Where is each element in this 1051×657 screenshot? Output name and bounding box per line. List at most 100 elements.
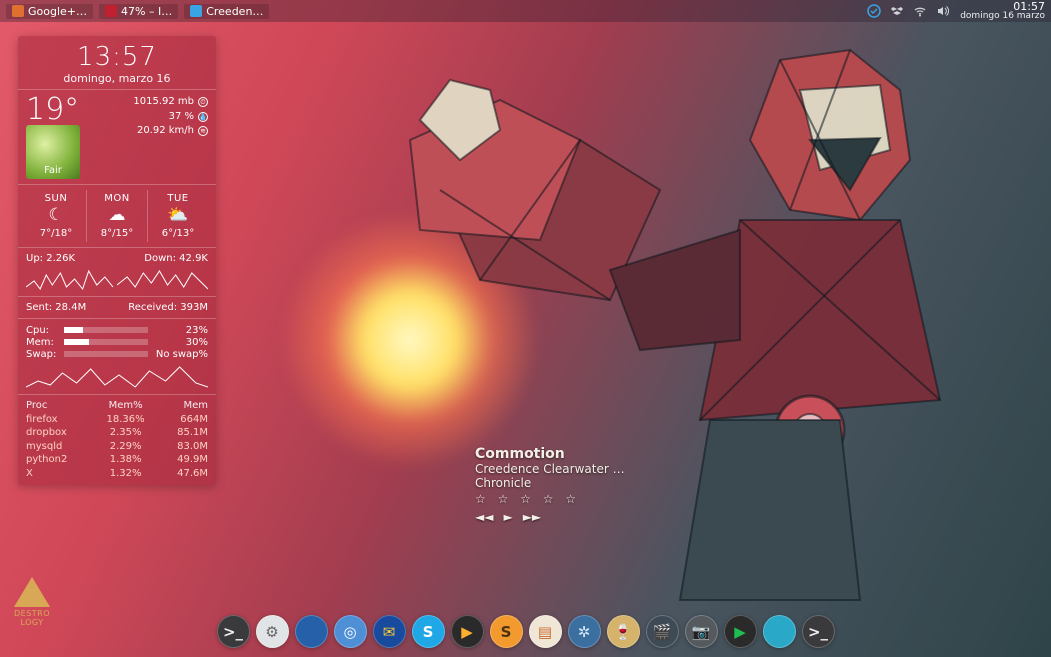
table-row: mysqld2.29%83.0M bbox=[26, 440, 208, 454]
dropbox-icon[interactable] bbox=[890, 4, 904, 18]
forecast-dayname: SUN bbox=[26, 193, 86, 204]
task-icon bbox=[12, 5, 24, 17]
widget-time: 13:57 bbox=[26, 42, 208, 72]
table-row: firefox18.36%664M bbox=[26, 413, 208, 427]
proc-name: mysqld bbox=[26, 440, 94, 454]
track-artist: Creedence Clearwater … bbox=[475, 462, 625, 476]
net-up-label: Up: 2.26K bbox=[26, 253, 117, 264]
dock-app-sublime[interactable]: S bbox=[490, 615, 523, 648]
sys-label: Swap: bbox=[26, 349, 58, 360]
task-item[interactable]: Creeden… bbox=[184, 4, 269, 19]
network-totals: Sent: 28.4M Received: 393M bbox=[18, 297, 216, 319]
sys-meter-row: Cpu:23% bbox=[26, 325, 208, 336]
update-icon[interactable] bbox=[867, 4, 881, 18]
dock-app-video-editor[interactable]: 🎬 bbox=[646, 615, 679, 648]
proc-mem: 85.1M bbox=[157, 426, 208, 440]
humidity-value: 37 % bbox=[169, 110, 194, 125]
dock-app-media-player[interactable]: ▶ bbox=[451, 615, 484, 648]
proc-mempct: 1.32% bbox=[94, 467, 157, 481]
forecast-icon: ☁ bbox=[87, 204, 147, 228]
task-item[interactable]: 47% – I… bbox=[99, 4, 178, 19]
task-label: Creeden… bbox=[206, 5, 263, 18]
distro-logo: DESTRO LOGY bbox=[14, 577, 50, 627]
system-tray bbox=[867, 4, 950, 18]
dock-app-file-manager[interactable]: ▤ bbox=[529, 615, 562, 648]
net-down-graph bbox=[117, 267, 208, 291]
logo-line1: DESTRO bbox=[14, 609, 50, 618]
widget-date: domingo, marzo 16 bbox=[26, 72, 208, 85]
task-item[interactable]: Google+… bbox=[6, 4, 93, 19]
dock: >_⚙◎✉S▶S▤✲🍷🎬📷▶>_ bbox=[211, 612, 841, 651]
taskbar-tasks: Google+… 47% – I… Creeden… bbox=[6, 4, 269, 19]
track-album: Chronicle bbox=[475, 476, 625, 490]
repulsor-glow bbox=[280, 210, 540, 470]
table-row: dropbox2.35%85.1M bbox=[26, 426, 208, 440]
sys-meter-row: Swap:No swap% bbox=[26, 349, 208, 360]
widget-clock: 13:57 domingo, marzo 16 bbox=[18, 36, 216, 90]
dock-app-prefs[interactable]: ⚙ bbox=[256, 615, 289, 648]
weather-forecast: SUN☾7°/18°MON☁8°/15°TUE⛅6°/13° bbox=[18, 185, 216, 248]
sys-label: Mem: bbox=[26, 337, 58, 348]
forecast-day: TUE⛅6°/13° bbox=[148, 190, 208, 242]
net-recv: Received: 393M bbox=[117, 302, 208, 313]
dock-app-globe[interactable] bbox=[763, 615, 796, 648]
play-button[interactable]: ► bbox=[503, 510, 512, 524]
humidity-icon: 💧 bbox=[198, 112, 208, 122]
process-list: Proc Mem% Mem firefox18.36%664Mdropbox2.… bbox=[18, 395, 216, 486]
ironman-figure bbox=[380, 20, 1040, 620]
weather-icon: Fair bbox=[26, 125, 80, 179]
forecast-range: 7°/18° bbox=[26, 228, 86, 239]
forecast-icon: ☾ bbox=[26, 204, 86, 228]
forecast-range: 6°/13° bbox=[148, 228, 208, 239]
prev-button[interactable]: ◄◄ bbox=[475, 510, 493, 524]
dock-app-firefox[interactable] bbox=[295, 615, 328, 648]
top-panel: Google+… 47% – I… Creeden… 01:57 domingo 1… bbox=[0, 0, 1051, 22]
proc-name: dropbox bbox=[26, 426, 94, 440]
cpu-history-graph bbox=[26, 363, 208, 389]
next-button[interactable]: ►► bbox=[523, 510, 541, 524]
dock-app-emerald[interactable]: ▶ bbox=[724, 615, 757, 648]
panel-clock[interactable]: 01:57 domingo 16 marzo bbox=[960, 1, 1045, 22]
logo-line2: LOGY bbox=[14, 618, 50, 627]
net-up-graph bbox=[26, 267, 117, 291]
wifi-icon[interactable] bbox=[913, 4, 927, 18]
dock-app-wine[interactable]: 🍷 bbox=[607, 615, 640, 648]
proc-mem: 49.9M bbox=[157, 453, 208, 467]
pressure-icon: ⏲ bbox=[198, 97, 208, 107]
volume-icon[interactable] bbox=[936, 4, 950, 18]
dock-app-mail[interactable]: ✉ bbox=[373, 615, 406, 648]
forecast-dayname: TUE bbox=[148, 193, 208, 204]
net-down-label: Down: 42.9K bbox=[117, 253, 208, 264]
sys-value: 30% bbox=[154, 337, 208, 348]
sys-label: Cpu: bbox=[26, 325, 58, 336]
sys-meter-row: Mem: 30% bbox=[26, 337, 208, 348]
dock-app-terminal-2[interactable]: >_ bbox=[802, 615, 835, 648]
net-sent: Sent: 28.4M bbox=[26, 302, 117, 313]
forecast-day: MON☁8°/15° bbox=[87, 190, 148, 242]
proc-name: firefox bbox=[26, 413, 94, 427]
dock-app-chromium[interactable]: ◎ bbox=[334, 615, 367, 648]
sys-bar bbox=[64, 351, 148, 357]
track-rating[interactable]: ☆ ☆ ☆ ☆ ☆ bbox=[475, 492, 625, 506]
proc-header-name: Proc bbox=[26, 400, 94, 413]
triangle-icon bbox=[14, 577, 50, 607]
proc-mempct: 1.38% bbox=[94, 453, 157, 467]
proc-mem: 83.0M bbox=[157, 440, 208, 454]
dock-app-spiral-app[interactable]: ✲ bbox=[568, 615, 601, 648]
dock-app-screenshot[interactable]: 📷 bbox=[685, 615, 718, 648]
now-playing: Commotion Creedence Clearwater … Chronic… bbox=[475, 446, 625, 524]
wind-icon: ≋ bbox=[198, 126, 208, 136]
proc-name: X bbox=[26, 467, 94, 481]
wind-value: 20.92 km/h bbox=[137, 124, 194, 139]
forecast-icon: ⛅ bbox=[148, 204, 208, 228]
proc-mempct: 18.36% bbox=[94, 413, 157, 427]
dock-app-skype[interactable]: S bbox=[412, 615, 445, 648]
weather-metrics: 1015.92 mb⏲ 37 %💧 20.92 km/h≋ bbox=[133, 95, 208, 179]
network-graphs: Up: 2.26K Down: 42.9K bbox=[18, 248, 216, 297]
weather-now: 19° Fair 1015.92 mb⏲ 37 %💧 20.92 km/h≋ bbox=[18, 90, 216, 185]
task-icon bbox=[105, 5, 117, 17]
weather-temp: 19° bbox=[26, 95, 80, 125]
dock-app-terminal[interactable]: >_ bbox=[217, 615, 250, 648]
system-meters: Cpu:23%Mem: 30%Swap:No swap% bbox=[18, 319, 216, 395]
sys-bar bbox=[64, 327, 148, 333]
